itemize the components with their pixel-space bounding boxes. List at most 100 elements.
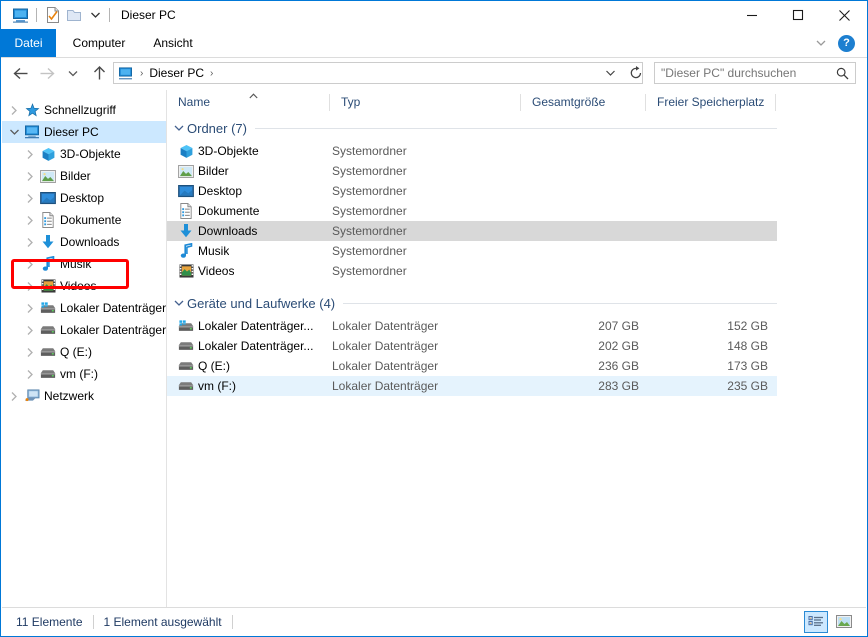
chevron-down-icon-ribbon[interactable] (810, 32, 832, 54)
chevron-down-icon[interactable] (171, 125, 187, 131)
file-list[interactable]: Ordner (7) 3D-Objekte Systemordner Bilder Sy… (167, 115, 867, 608)
search-input[interactable]: "Dieser PC" durchsuchen (655, 66, 836, 80)
close-button[interactable] (821, 1, 867, 29)
sort-ascending-icon (249, 91, 258, 101)
breadcrumb-item-dieser-pc[interactable]: Dieser PC (147, 66, 206, 80)
sidebar-item-label: Musik (60, 257, 92, 271)
ribbon-right-controls: ? (810, 29, 863, 57)
sidebar-item-dieser-pc[interactable]: Dieser PC (2, 121, 166, 143)
large-icons-view-button[interactable] (832, 611, 856, 633)
file-row[interactable]: vm (F:) Lokaler Datenträger 283 GB 235 GB (167, 376, 777, 396)
3d-objects-icon (38, 147, 58, 162)
quick-access-toolbar: Dieser PC (1, 1, 176, 29)
sidebar-item-dokumente[interactable]: Dokumente (2, 209, 166, 231)
tab-datei[interactable]: Datei (1, 29, 56, 57)
sidebar-item-bilder[interactable]: Bilder (2, 165, 166, 187)
title-bar: Dieser PC (1, 1, 867, 29)
file-row[interactable]: Bilder Systemordner (167, 161, 777, 181)
sidebar-item-label: Q (E:) (60, 345, 92, 359)
file-row[interactable]: Videos Systemordner (167, 261, 777, 281)
drive-icon (176, 340, 196, 352)
chevron-right-icon[interactable] (22, 215, 38, 225)
chevron-down-icon[interactable] (86, 4, 104, 26)
back-button[interactable] (8, 61, 34, 87)
properties-icon[interactable] (42, 4, 64, 26)
chevron-right-icon[interactable] (22, 149, 38, 159)
column-divider-4[interactable] (775, 94, 776, 111)
sidebar-item-lokaler-datentr-ger[interactable]: Lokaler Datenträger (2, 319, 166, 341)
sidebar-item-netzwerk[interactable]: Netzwerk (2, 385, 166, 407)
file-name: vm (F:) (198, 379, 236, 393)
sidebar-item-vm-f[interactable]: vm (F:) (2, 363, 166, 385)
up-button[interactable] (86, 61, 112, 87)
ribbon-tab-bar: Datei Computer Ansicht ? (1, 29, 867, 58)
search-box[interactable]: "Dieser PC" durchsuchen (654, 62, 856, 84)
star-icon (22, 102, 42, 118)
sidebar-item-q-e[interactable]: Q (E:) (2, 341, 166, 363)
file-row[interactable]: Desktop Systemordner (167, 181, 777, 201)
this-pc-icon[interactable] (9, 4, 31, 26)
refresh-button[interactable] (625, 62, 647, 84)
tab-computer[interactable]: Computer (61, 29, 137, 57)
sidebar-item-lokaler-datentr-ger[interactable]: Lokaler Datenträger (2, 297, 166, 319)
address-bar[interactable]: › Dieser PC › (113, 62, 643, 84)
cell-type: Systemordner (332, 204, 407, 218)
chevron-right-icon[interactable] (22, 303, 38, 313)
chevron-down-icon[interactable] (171, 300, 187, 306)
cell-free-space: 152 GB (727, 319, 768, 333)
chevron-right-icon[interactable] (22, 281, 38, 291)
new-folder-icon[interactable] (64, 4, 86, 26)
this-pc-icon-breadcrumb (118, 66, 133, 80)
sidebar-item-musik[interactable]: Musik (2, 253, 166, 275)
column-header-size[interactable]: Gesamtgröße (521, 90, 646, 115)
address-dropdown-icon[interactable] (600, 63, 620, 83)
recent-locations-button[interactable] (60, 61, 86, 87)
breadcrumb-separator-2[interactable]: › (206, 68, 217, 79)
group-header[interactable]: Geräte und Laufwerke (4) (167, 290, 867, 316)
file-row[interactable]: Lokaler Datenträger... Lokaler Datenträge… (167, 316, 777, 336)
forward-button[interactable] (34, 61, 60, 87)
navigation-pane[interactable]: Schnellzugriff Dieser PC 3D-Objekte Bilder D… (2, 90, 167, 608)
tab-ansicht[interactable]: Ansicht (142, 29, 204, 57)
sidebar-item-label: Dieser PC (44, 125, 99, 139)
chevron-right-icon[interactable] (22, 171, 38, 181)
file-row[interactable]: Q (E:) Lokaler Datenträger 236 GB 173 GB (167, 356, 777, 376)
sidebar-item-downloads[interactable]: Downloads (2, 231, 166, 253)
breadcrumb-separator-1[interactable]: › (136, 68, 147, 79)
sidebar-item-videos[interactable]: Videos (2, 275, 166, 297)
chevron-right-icon[interactable] (22, 259, 38, 269)
chevron-right-icon[interactable] (22, 369, 38, 379)
chevron-right-icon[interactable] (22, 325, 38, 335)
drive-windows-icon (38, 301, 58, 315)
chevron-right-icon[interactable] (22, 347, 38, 357)
file-row[interactable]: Lokaler Datenträger... Lokaler Datenträge… (167, 336, 777, 356)
sidebar-item-label: Videos (60, 279, 97, 293)
minimize-button[interactable] (729, 1, 775, 29)
chevron-right-icon[interactable] (6, 391, 22, 401)
chevron-right-icon[interactable] (22, 193, 38, 203)
group-header[interactable]: Ordner (7) (167, 115, 867, 141)
status-bar: 11 Elemente 1 Element ausgewählt (2, 607, 866, 635)
column-header-free[interactable]: Freier Speicherplatz (646, 90, 776, 115)
file-row[interactable]: Downloads Systemordner (167, 221, 777, 241)
column-header-name[interactable]: Name (167, 90, 330, 115)
file-row[interactable]: 3D-Objekte Systemordner (167, 141, 777, 161)
file-row[interactable]: Musik Systemordner (167, 241, 777, 261)
file-row[interactable]: Dokumente Systemordner (167, 201, 777, 221)
cell-free-space: 235 GB (727, 379, 768, 393)
sidebar-item-schnellzugriff[interactable]: Schnellzugriff (2, 99, 166, 121)
chevron-right-icon[interactable] (22, 237, 38, 247)
sidebar-item-3d-objekte[interactable]: 3D-Objekte (2, 143, 166, 165)
chevron-right-icon[interactable] (6, 105, 22, 115)
column-header-type[interactable]: Typ (330, 90, 521, 115)
search-icon[interactable] (836, 67, 855, 80)
file-name: Videos (198, 264, 235, 278)
maximize-button[interactable] (775, 1, 821, 29)
sidebar-item-desktop[interactable]: Desktop (2, 187, 166, 209)
details-view-button[interactable] (804, 610, 828, 633)
help-icon[interactable]: ? (838, 34, 855, 52)
cell-name: Desktop (167, 184, 330, 198)
pictures-icon (38, 169, 58, 183)
chevron-down-icon[interactable] (6, 129, 22, 135)
